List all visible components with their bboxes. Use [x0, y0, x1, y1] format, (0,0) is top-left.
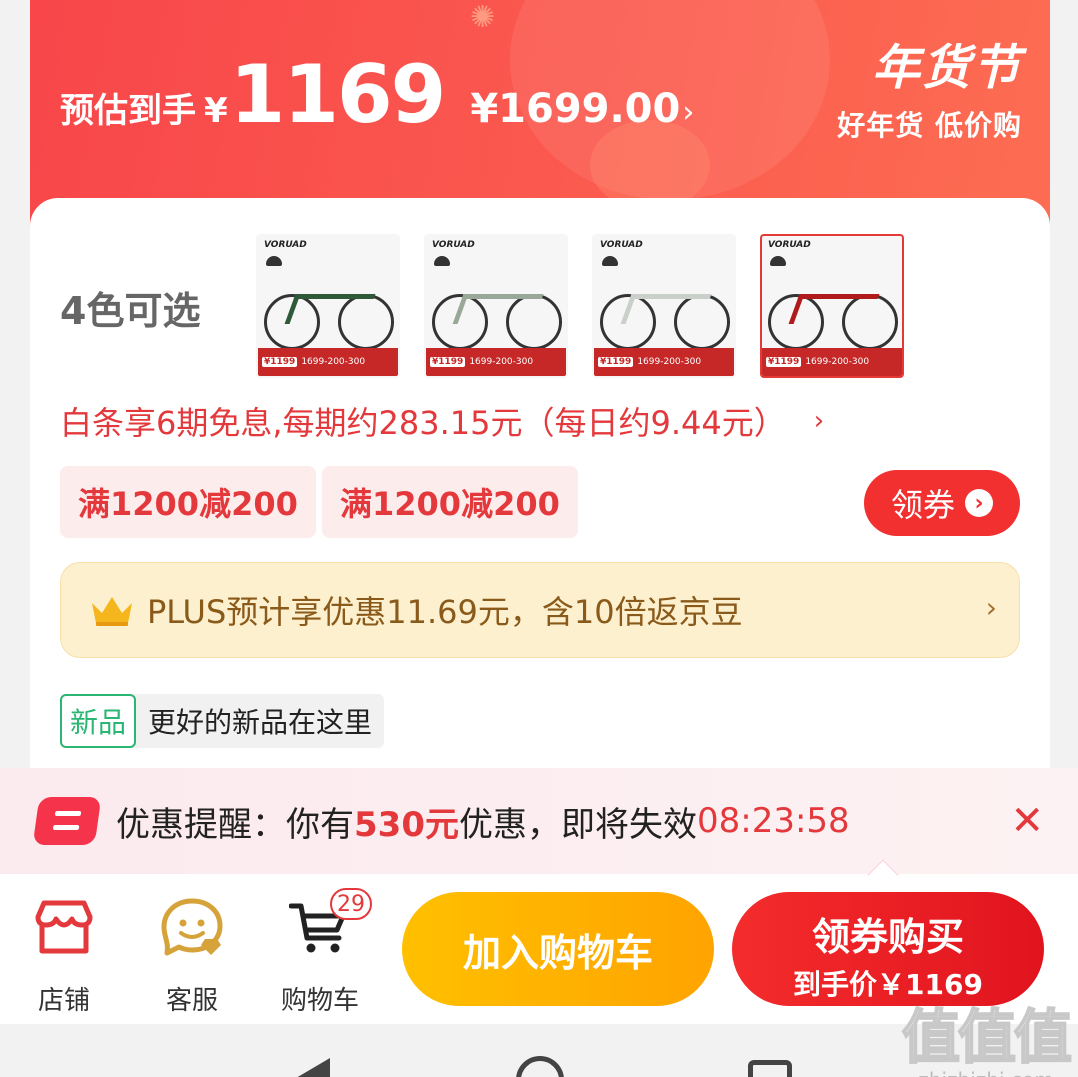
- close-icon[interactable]: ✕: [1010, 798, 1044, 844]
- promo-strip: ¥1199 1699-200-300: [426, 348, 566, 376]
- price-badge: ¥1199: [598, 357, 634, 367]
- variant-thumbnail-selected[interactable]: VORUAD ¥1199 1699-200-300: [760, 234, 904, 378]
- festival-title: 年货节: [871, 40, 1022, 96]
- coupon-tag[interactable]: 满1200减200: [322, 466, 578, 538]
- add-to-cart-button[interactable]: 加入购物车: [402, 892, 714, 1006]
- installment-link[interactable]: 白条享6期免息,每期约283.15元（每日约9.44元） ›: [60, 398, 824, 444]
- jd-app-icon: [32, 797, 102, 845]
- arrow-right-icon: ›: [965, 489, 993, 517]
- estimated-price: 1169: [229, 48, 447, 141]
- new-product-link[interactable]: 新品 更好的新品在这里: [60, 694, 385, 748]
- price-badge: ¥1199: [766, 357, 802, 367]
- claim-coupon-button[interactable]: 领券 ›: [864, 470, 1020, 536]
- back-icon[interactable]: [296, 1058, 330, 1077]
- variant-thumbnails: VORUAD ¥1199 1699-200-300 VORUAD ¥1199 1…: [256, 234, 904, 378]
- promo-text: 1699-200-300: [469, 357, 534, 367]
- chevron-right-icon: ›: [682, 95, 695, 130]
- claim-and-buy-button[interactable]: 领券购买 到手价￥1169: [732, 892, 1044, 1006]
- watermark-logo: 值值值: [901, 1002, 1073, 1072]
- currency-symbol: ¥: [204, 91, 228, 131]
- cart-icon: 29: [270, 888, 372, 964]
- brand-logo: VORUAD: [600, 240, 643, 250]
- bike-frame: [620, 294, 712, 324]
- variant-thumbnail[interactable]: VORUAD ¥1199 1699-200-300: [424, 234, 568, 378]
- new-product-text: 更好的新品在这里: [148, 706, 373, 739]
- chevron-right-icon: ›: [813, 406, 825, 436]
- bike-frame: [788, 294, 880, 324]
- variant-thumbnail[interactable]: VORUAD ¥1199 1699-200-300: [592, 234, 736, 378]
- installment-text: 白条享6期免息,每期约283.15元（每日约9.44元）: [60, 404, 786, 442]
- festival-badge: 年货节 好年货 低价购: [837, 28, 1022, 144]
- reminder-middle: 优惠，即将失效: [458, 804, 697, 845]
- brand-logo: VORUAD: [432, 240, 475, 250]
- customer-service-label: 客服: [165, 986, 218, 1016]
- plus-benefit-text: PLUS预计享优惠11.69元，含10倍返京豆: [147, 593, 743, 631]
- discount-reminder-banner[interactable]: 优惠提醒：你有 530元 优惠，即将失效 08:23:58 ✕: [0, 768, 1078, 874]
- helmet-icon: [266, 256, 282, 266]
- promo-text: 1699-200-300: [637, 357, 702, 367]
- price-badge: ¥1199: [430, 357, 466, 367]
- store-button[interactable]: 店铺: [14, 892, 114, 1017]
- buy-button-title: 领券购买: [811, 915, 964, 959]
- chevron-right-icon: ›: [985, 591, 997, 624]
- helmet-icon: [770, 256, 786, 266]
- watermark: 值值值 zhizhizhi.com: [901, 990, 1073, 1077]
- promo-strip: ¥1199 1699-200-300: [594, 348, 734, 376]
- cart-count-badge: 29: [330, 888, 372, 920]
- plus-benefit-bar[interactable]: PLUS预计享优惠11.69元，含10倍返京豆 ›: [60, 562, 1020, 658]
- store-label: 店铺: [37, 986, 90, 1016]
- reminder-amount: 530元: [354, 804, 459, 845]
- customer-service-icon: [142, 892, 242, 964]
- new-product-tag: 新品: [60, 694, 137, 748]
- estimate-label: 预估到手: [60, 91, 196, 131]
- promo-strip: ¥1199 1699-200-300: [762, 348, 902, 376]
- promo-strip: ¥1199 1699-200-300: [258, 348, 398, 376]
- recents-icon[interactable]: [748, 1060, 792, 1077]
- bike-frame: [284, 294, 376, 324]
- countdown-timer: 08:23:58: [696, 801, 850, 841]
- color-options-label[interactable]: 4色可选: [60, 280, 200, 335]
- cart-label: 购物车: [280, 986, 359, 1016]
- original-price: ¥1699.00: [470, 86, 681, 132]
- price-badge: ¥1199: [262, 357, 298, 367]
- helmet-icon: [434, 256, 450, 266]
- promo-text: 1699-200-300: [805, 357, 870, 367]
- home-icon[interactable]: [516, 1056, 564, 1077]
- store-icon: [14, 892, 114, 964]
- promo-text: 1699-200-300: [301, 357, 366, 367]
- estimated-price-row[interactable]: 预估到手 ¥ 1169 ¥1699.00 ›: [60, 48, 694, 141]
- coupon-tag[interactable]: 满1200减200: [60, 466, 316, 538]
- brand-logo: VORUAD: [264, 240, 307, 250]
- watermark-url: zhizhizhi.com: [902, 1068, 1070, 1077]
- reminder-prefix: 优惠提醒：你有: [116, 804, 354, 845]
- cart-button[interactable]: 29 购物车: [270, 888, 372, 1017]
- variant-thumbnail[interactable]: VORUAD ¥1199 1699-200-300: [256, 234, 400, 378]
- product-info-card: 4色可选 VORUAD ¥1199 1699-200-300 VORUAD ¥1…: [30, 198, 1050, 798]
- festival-subtitle: 好年货 低价购: [837, 109, 1022, 142]
- claim-coupon-label: 领券: [890, 486, 955, 524]
- brand-logo: VORUAD: [768, 240, 811, 250]
- firework-icon: ✺: [470, 0, 496, 35]
- helmet-icon: [602, 256, 618, 266]
- customer-service-button[interactable]: 客服: [142, 892, 242, 1017]
- bike-frame: [452, 294, 544, 324]
- crown-icon: [92, 597, 132, 626]
